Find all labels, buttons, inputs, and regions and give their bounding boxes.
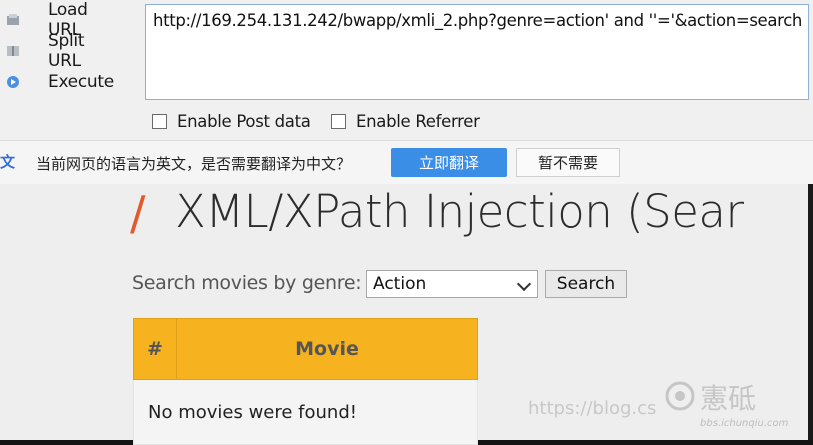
genre-select[interactable]: Action — [366, 270, 538, 298]
column-header-number: # — [133, 318, 177, 380]
results-table: # Movie No movies were found! — [133, 318, 478, 445]
translate-message: 当前网页的语言为英文，是否需要翻译为中文？ — [36, 156, 352, 173]
search-button[interactable]: Search — [545, 270, 627, 298]
table-header-row: # Movie — [133, 318, 478, 380]
url-textarea[interactable]: http://169.254.131.242/bwapp/xmli_2.php?… — [145, 4, 809, 100]
enable-referrer-checkbox[interactable]: Enable Referrer — [331, 112, 480, 131]
svg-text:憲砥: 憲砥 — [700, 382, 756, 415]
referrer-checkbox-box[interactable] — [331, 114, 346, 129]
split-url-icon — [6, 44, 20, 58]
genre-select-value: Action — [373, 274, 427, 294]
page-title: XML/XPath Injection (Sear — [175, 185, 744, 238]
translate-icon: 文 — [0, 154, 16, 171]
translate-bar: 文 当前网页的语言为英文，是否需要翻译为中文？ 立即翻译 暂不需要 — [0, 140, 813, 185]
chevron-down-icon — [516, 276, 532, 292]
page-content: / XML/XPath Injection (Sear Search movie… — [0, 184, 813, 445]
column-header-movie: Movie — [176, 318, 478, 380]
empty-result-message: No movies were found! — [133, 379, 478, 445]
enable-post-data-checkbox[interactable]: Enable Post data — [152, 112, 311, 131]
post-data-checkbox-box[interactable] — [152, 114, 167, 129]
execute-label: Execute — [48, 72, 114, 92]
translate-now-button[interactable]: 立即翻译 — [391, 148, 507, 177]
hackbar-panel: Load URL Split URL Execute http://169.25… — [0, 0, 813, 140]
title-slash: / — [130, 186, 146, 240]
table-row: No movies were found! — [133, 379, 478, 445]
enable-referrer-label: Enable Referrer — [356, 112, 480, 131]
search-genre-label: Search movies by genre: — [132, 272, 362, 294]
split-url-label: Split URL — [48, 31, 85, 71]
page-edge — [808, 184, 813, 440]
load-url-icon — [6, 13, 20, 27]
execute-icon — [6, 75, 20, 89]
watermark-url: https://blog.cs — [528, 398, 657, 419]
svg-text:bbs.ichunqiu.com: bbs.ichunqiu.com — [700, 418, 789, 429]
watermark-logo: 憲砥 bbs.ichunqiu.com — [662, 372, 802, 434]
not-needed-button[interactable]: 暂不需要 — [516, 148, 620, 177]
enable-post-data-label: Enable Post data — [177, 112, 311, 131]
